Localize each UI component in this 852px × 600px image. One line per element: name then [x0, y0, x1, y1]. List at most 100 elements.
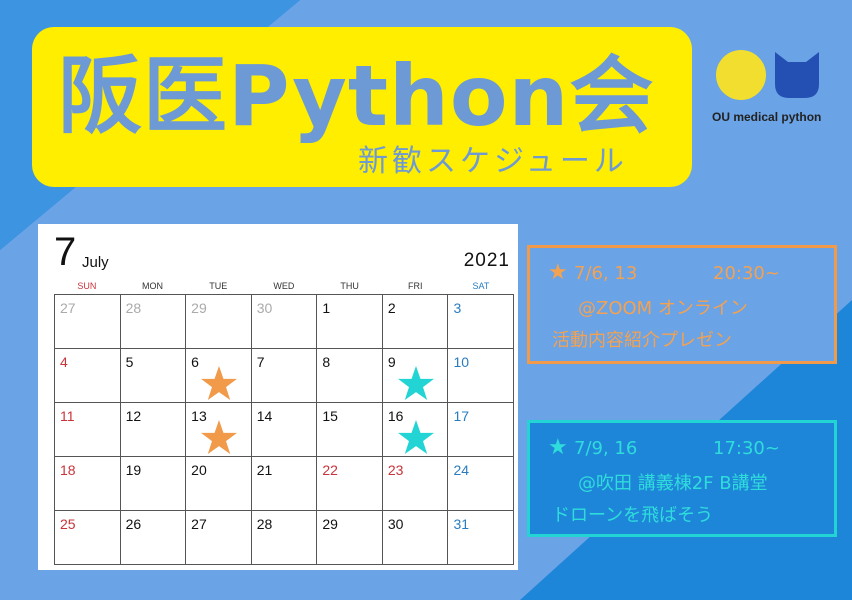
logo-text: OU medical python	[712, 110, 822, 124]
calendar-day-number: 17	[453, 408, 470, 424]
calendar-day-number: 29	[322, 516, 338, 532]
calendar-day-cell: 28	[251, 511, 318, 565]
calendar-day-number: 30	[387, 516, 404, 532]
calendar-day-number: 24	[453, 462, 470, 478]
calendar-day-cell: 18	[55, 457, 121, 511]
calendar-day-number: 26	[125, 516, 142, 532]
calendar-day-number: 18	[60, 462, 76, 478]
calendar-day-number: 15	[322, 408, 338, 424]
calendar: 7 July 2021 SUN MON TUE WED THU FRI SAT 27 28 29…	[38, 224, 518, 570]
calendar-day-cell: 26	[120, 511, 187, 565]
calendar-day-cell: 3	[448, 295, 515, 349]
calendar-day-cell: 23	[382, 457, 449, 511]
calendar-day-cell: 27	[186, 511, 252, 565]
weekday-label: MON	[142, 281, 164, 291]
logo-circle-icon	[716, 50, 766, 100]
calendar-day-cell: 31	[448, 511, 515, 565]
calendar-day-cell: 12	[120, 403, 187, 457]
calendar-day-number: 12	[125, 408, 142, 424]
calendar-day-cell: 7	[251, 349, 318, 403]
event-description: ドローンを飛ばそう	[552, 505, 714, 526]
calendar-weeks: 27 28 29 30 1 2 3 4 5 6 7 8 9 10 11 12 13 14 15 16 17 18 19 20 2…	[54, 294, 515, 565]
calendar-day-cell: 13	[186, 403, 252, 457]
calendar-day-number: 1	[322, 300, 331, 316]
event-time: 20:30~	[713, 263, 780, 284]
event-card-zoom: ★ 7/6, 13 20:30~ @ZOOM オンライン 活動内容紹介プレゼン	[527, 245, 837, 364]
calendar-week-row: 4 5 6 7 8 9 10	[55, 349, 515, 403]
weekday-label: WED	[273, 281, 295, 291]
calendar-day-number: 9	[387, 354, 396, 370]
weekday-label: SAT	[472, 281, 490, 291]
calendar-day-cell: 21	[251, 457, 318, 511]
calendar-grid: SUN MON TUE WED THU FRI SAT 27 28 29 30 1 2 3 4 5 6 7 8 9 1…	[54, 278, 515, 565]
calendar-week-row: 25 26 27 28 29 30 31	[55, 511, 515, 565]
star-icon	[397, 419, 434, 455]
page-title: 阪医Python会	[58, 47, 655, 145]
calendar-day-number: 10	[453, 354, 470, 370]
star-icon: ★	[548, 260, 568, 285]
calendar-day-cell: 27	[55, 295, 121, 349]
event-place: @吹田 講義棟2F B講堂	[578, 473, 768, 494]
calendar-day-cell: 10	[448, 349, 515, 403]
page-subtitle: 新歓スケジュール	[358, 144, 628, 179]
calendar-day-cell: 24	[448, 457, 515, 511]
club-logo: OU medical python	[712, 45, 832, 135]
calendar-day-number: 23	[387, 462, 404, 478]
calendar-month-number: 7	[54, 230, 77, 274]
event-description: 活動内容紹介プレゼン	[552, 330, 732, 351]
calendar-day-cell: 28	[120, 295, 187, 349]
calendar-day-number: 22	[322, 462, 338, 478]
calendar-day-number: 27	[191, 516, 207, 532]
calendar-day-cell: 9	[382, 349, 449, 403]
weekday-label: TUE	[209, 281, 228, 291]
calendar-day-number: 20	[191, 462, 207, 478]
calendar-day-number: 14	[256, 408, 273, 424]
calendar-day-cell: 16	[382, 403, 449, 457]
calendar-day-cell: 14	[251, 403, 318, 457]
weekday-label: FRI	[408, 281, 423, 291]
calendar-day-number: 30	[256, 300, 273, 316]
calendar-day-number: 4	[60, 354, 68, 370]
calendar-day-number: 21	[256, 462, 273, 478]
event-time: 17:30~	[713, 438, 780, 459]
calendar-day-cell: 29	[186, 295, 252, 349]
calendar-day-number: 6	[191, 354, 199, 370]
event-dates: 7/9, 16	[574, 438, 638, 459]
calendar-day-number: 25	[60, 516, 76, 532]
calendar-month-name: July	[82, 254, 109, 271]
event-place: @ZOOM オンライン	[578, 298, 748, 319]
calendar-day-cell: 1	[317, 295, 383, 349]
calendar-year: 2021	[463, 250, 510, 271]
calendar-day-cell: 5	[120, 349, 187, 403]
calendar-day-cell: 25	[55, 511, 121, 565]
logo-cat-icon	[775, 52, 819, 98]
calendar-day-cell: 4	[55, 349, 121, 403]
calendar-week-row: 11 12 13 14 15 16 17	[55, 403, 515, 457]
calendar-day-cell: 30	[251, 295, 318, 349]
calendar-day-cell: 6	[186, 349, 252, 403]
event-dates: 7/6, 13	[574, 263, 638, 284]
calendar-day-number: 2	[387, 300, 396, 316]
calendar-day-cell: 19	[120, 457, 187, 511]
calendar-day-number: 29	[191, 300, 207, 316]
calendar-day-number: 8	[322, 354, 331, 370]
star-icon	[201, 365, 238, 401]
calendar-day-cell: 2	[382, 295, 449, 349]
calendar-day-cell: 8	[317, 349, 383, 403]
calendar-day-cell: 20	[186, 457, 252, 511]
calendar-day-cell: 15	[317, 403, 383, 457]
calendar-day-number: 19	[125, 462, 142, 478]
star-icon	[201, 419, 238, 455]
weekday-label: SUN	[77, 281, 97, 291]
calendar-day-cell: 11	[55, 403, 121, 457]
calendar-day-number: 27	[60, 300, 76, 316]
weekday-label: THU	[340, 281, 359, 291]
calendar-day-number: 28	[125, 300, 142, 316]
star-icon: ★	[548, 435, 568, 460]
calendar-day-number: 28	[256, 516, 273, 532]
calendar-day-number: 3	[453, 300, 462, 316]
calendar-day-cell: 30	[382, 511, 449, 565]
event-card-suita: ★ 7/9, 16 17:30~ @吹田 講義棟2F B講堂 ドローンを飛ばそう	[527, 420, 837, 537]
calendar-day-number: 5	[125, 354, 134, 370]
calendar-day-number: 31	[453, 516, 470, 532]
